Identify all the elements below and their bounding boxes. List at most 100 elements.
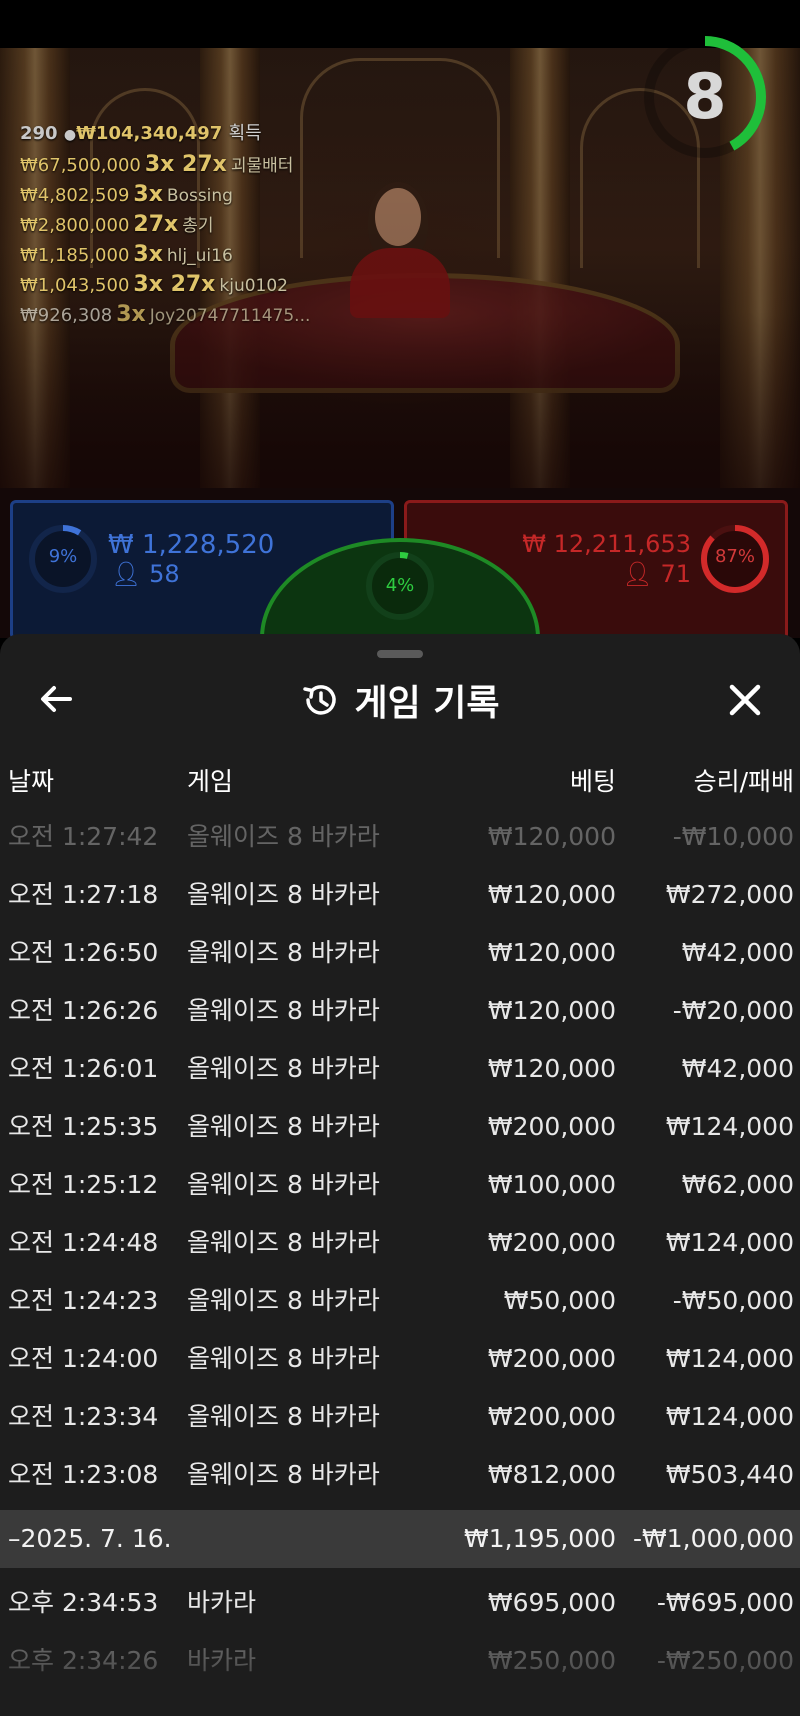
- person-icon: ●: [63, 127, 77, 143]
- winners-label: 획득: [228, 123, 262, 144]
- column-header-date[interactable]: 날짜: [8, 762, 54, 798]
- row-bet: ₩200,000: [487, 1402, 616, 1431]
- row-result: ₩124,000: [665, 1228, 794, 1257]
- winner-name: Joy20747711475...: [149, 306, 311, 326]
- row-bet: ₩120,000: [487, 822, 616, 851]
- row-date: 오전 1:26:50: [8, 938, 159, 967]
- row-game: 올웨이즈 8 바카라: [187, 996, 380, 1025]
- row-game: 올웨이즈 8 바카라: [187, 1402, 380, 1431]
- player-percent: 9%: [48, 546, 78, 567]
- history-icon: [303, 685, 337, 715]
- winner-amount: ₩926,308: [20, 305, 113, 326]
- history-row[interactable]: 오전 1:24:48 올웨이즈 8 바카라 ₩200,000 ₩124,000: [0, 1214, 800, 1272]
- column-header-game[interactable]: 게임: [187, 762, 233, 798]
- row-bet: ₩200,000: [487, 1112, 616, 1141]
- row-game: 올웨이즈 8 바카라: [187, 1112, 380, 1141]
- row-bet: ₩120,000: [487, 880, 616, 909]
- game-history-sheet: 게임 기록 날짜 게임 베팅 승리/패배 오전 1:27:42 올웨이즈 8 바…: [0, 634, 800, 1716]
- winner-row: ₩67,500,000 3x 27x 괴물배터: [20, 150, 380, 180]
- row-result: ₩124,000: [665, 1402, 794, 1431]
- winners-header: 290 ●₩104,340,497 획득: [20, 118, 380, 150]
- history-row[interactable]: 오전 1:27:42 올웨이즈 8 바카라 ₩120,000 -₩10,000: [0, 808, 800, 866]
- row-game: 올웨이즈 8 바카라: [187, 1286, 380, 1315]
- drag-handle[interactable]: [377, 650, 423, 658]
- banker-bettor-count: 👤︎ 71: [622, 560, 691, 588]
- history-row[interactable]: 오전 1:25:12 올웨이즈 8 바카라 ₩100,000 ₩62,000: [0, 1156, 800, 1214]
- row-game: 바카라: [187, 1646, 257, 1675]
- row-bet: ₩120,000: [487, 1054, 616, 1083]
- row-result: ₩503,440: [665, 1460, 794, 1489]
- winner-multiplier: 3x 27x: [133, 272, 216, 297]
- row-game: 바카라: [187, 1588, 257, 1617]
- row-date: 오전 1:27:42: [8, 822, 159, 851]
- history-row[interactable]: 오후 2:34:26 바카라 ₩250,000 -₩250,000: [0, 1632, 800, 1690]
- row-date: 오전 1:23:34: [8, 1402, 159, 1431]
- row-game: 올웨이즈 8 바카라: [187, 1344, 380, 1373]
- row-bet: ₩50,000: [503, 1286, 616, 1315]
- row-game: 올웨이즈 8 바카라: [187, 1170, 380, 1199]
- row-bet: ₩120,000: [487, 938, 616, 967]
- row-game: 올웨이즈 8 바카라: [187, 880, 380, 909]
- history-row[interactable]: 오후 2:34:53 바카라 ₩695,000 -₩695,000: [0, 1574, 800, 1632]
- winner-name: 괴물배터: [230, 156, 294, 176]
- row-bet: ₩100,000: [487, 1170, 616, 1199]
- row-bet: ₩200,000: [487, 1228, 616, 1257]
- history-row[interactable]: 오전 1:23:08 올웨이즈 8 바카라 ₩812,000 ₩503,440: [0, 1446, 800, 1504]
- winner-row: ₩2,800,000 27x 총기: [20, 210, 380, 240]
- row-game: 올웨이즈 8 바카라: [187, 938, 380, 967]
- history-list[interactable]: 오전 1:27:42 올웨이즈 8 바카라 ₩120,000 -₩10,000 …: [0, 808, 800, 1690]
- close-button[interactable]: [722, 677, 768, 723]
- row-game: 올웨이즈 8 바카라: [187, 1054, 380, 1083]
- banker-bet-amount: ₩ 12,211,653: [522, 530, 691, 558]
- winner-multiplier: 3x: [116, 302, 146, 327]
- row-bet: ₩812,000: [487, 1460, 616, 1489]
- winner-amount: ₩2,800,000: [20, 215, 130, 236]
- row-date: 오후 2:34:53: [8, 1588, 159, 1617]
- banker-bettors: 71: [660, 560, 691, 588]
- history-row[interactable]: 오전 1:26:26 올웨이즈 8 바카라 ₩120,000 -₩20,000: [0, 982, 800, 1040]
- column-header-result[interactable]: 승리/패배: [694, 762, 794, 798]
- row-date: 오전 1:25:35: [8, 1112, 159, 1141]
- row-bet: ₩695,000: [487, 1588, 616, 1617]
- row-date: 오전 1:24:00: [8, 1344, 159, 1373]
- winner-amount: ₩1,185,000: [20, 245, 130, 266]
- row-result: -₩20,000: [672, 996, 794, 1025]
- winner-row: ₩926,308 3x Joy20747711475...: [20, 300, 380, 330]
- row-result: ₩272,000: [665, 880, 794, 909]
- history-row[interactable]: 오전 1:26:01 올웨이즈 8 바카라 ₩120,000 ₩42,000: [0, 1040, 800, 1098]
- group-bet-total: ₩1,195,000: [464, 1524, 616, 1553]
- row-date: 오전 1:26:01: [8, 1054, 159, 1083]
- history-row[interactable]: 오전 1:23:34 올웨이즈 8 바카라 ₩200,000 ₩124,000: [0, 1388, 800, 1446]
- winner-row: ₩4,802,509 3x Bossing: [20, 180, 380, 210]
- winner-multiplier: 3x: [133, 242, 163, 267]
- row-date: 오전 1:26:26: [8, 996, 159, 1025]
- sheet-header: 게임 기록: [0, 672, 800, 728]
- date-group-header[interactable]: –2025. 7. 16. ₩1,195,000 -₩1,000,000: [0, 1510, 800, 1568]
- winners-player-count: 290: [20, 123, 58, 144]
- history-row[interactable]: 오전 1:24:00 올웨이즈 8 바카라 ₩200,000 ₩124,000: [0, 1330, 800, 1388]
- banker-percent: 87%: [714, 546, 755, 567]
- history-row[interactable]: 오전 1:25:35 올웨이즈 8 바카라 ₩200,000 ₩124,000: [0, 1098, 800, 1156]
- person-icon: 👤︎: [622, 560, 653, 588]
- sheet-title: 게임 기록: [354, 683, 500, 724]
- row-result: -₩695,000: [656, 1588, 794, 1617]
- row-result: -₩50,000: [672, 1286, 794, 1315]
- history-row[interactable]: 오전 1:24:23 올웨이즈 8 바카라 ₩50,000 -₩50,000: [0, 1272, 800, 1330]
- row-game: 올웨이즈 8 바카라: [187, 1228, 380, 1257]
- player-bettor-count: 👤︎ 58: [111, 560, 180, 588]
- column-header-bet[interactable]: 베팅: [570, 762, 616, 798]
- row-bet: ₩120,000: [487, 996, 616, 1025]
- row-bet: ₩200,000: [487, 1344, 616, 1373]
- bet-statistics: 9% ₩ 1,228,520 👤︎ 58 ₩ 12,211,653 👤︎ 71 …: [0, 488, 800, 738]
- tie-percent: 4%: [385, 575, 415, 596]
- countdown-value: 8: [683, 60, 727, 133]
- row-result: ₩124,000: [665, 1344, 794, 1373]
- history-row[interactable]: 오전 1:27:18 올웨이즈 8 바카라 ₩120,000 ₩272,000: [0, 866, 800, 924]
- history-row[interactable]: 오전 1:26:50 올웨이즈 8 바카라 ₩120,000 ₩42,000: [0, 924, 800, 982]
- row-result: ₩42,000: [681, 1054, 794, 1083]
- winner-row: ₩1,185,000 3x hlj_ui16: [20, 240, 380, 270]
- row-date: 오전 1:27:18: [8, 880, 159, 909]
- row-date: 오전 1:25:12: [8, 1170, 159, 1199]
- winner-name: 총기: [182, 216, 214, 236]
- group-date: –2025. 7. 16.: [8, 1524, 172, 1553]
